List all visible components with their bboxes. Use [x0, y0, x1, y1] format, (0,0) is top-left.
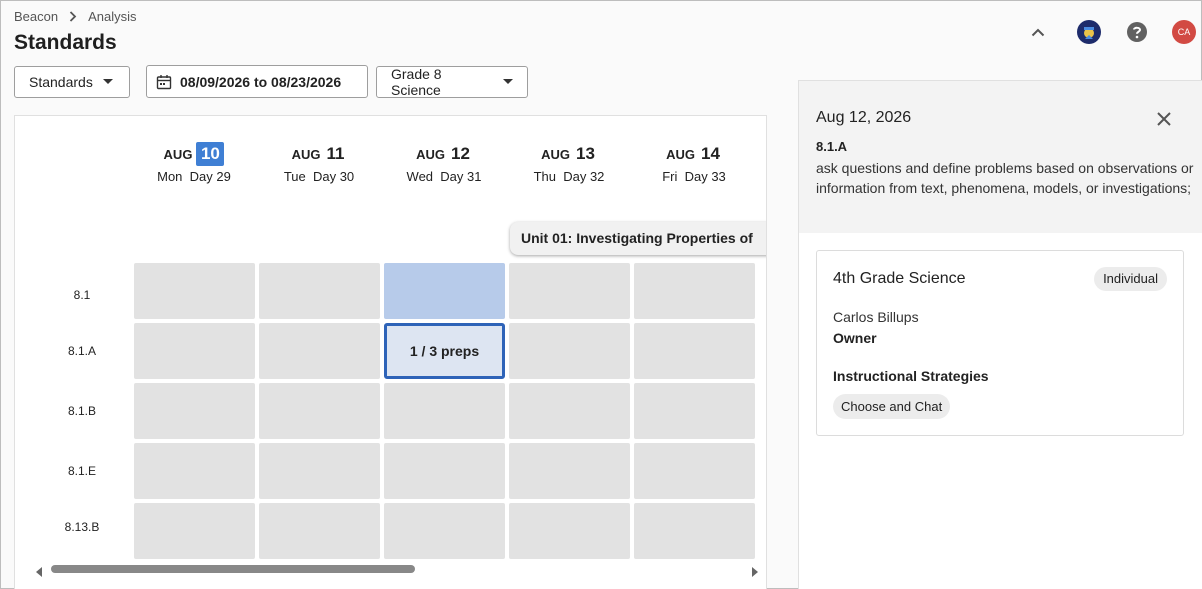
- calendar-cell[interactable]: [509, 263, 630, 319]
- calendar-cell[interactable]: [259, 503, 380, 559]
- day-month: AUG: [416, 146, 445, 162]
- calendar-cell-selected[interactable]: 1 / 3 preps: [384, 323, 505, 379]
- standard-label: 8.1.A: [67, 344, 97, 358]
- grade-dropdown-label: Grade 8 Science: [391, 66, 442, 98]
- day-header-fri: AUG 14 Fri Day 33: [634, 142, 754, 184]
- calendar-cell[interactable]: [134, 383, 255, 439]
- day-month: AUG: [163, 146, 193, 162]
- card-title: 4th Grade Science: [833, 270, 966, 287]
- calendar-cell[interactable]: [634, 323, 755, 379]
- day-header-tue: AUG 11 Tue Day 30: [259, 142, 379, 184]
- day-month: AUG: [666, 146, 695, 162]
- help-icon[interactable]: [1125, 20, 1149, 44]
- day-header-wed: AUG 12 Wed Day 31: [384, 142, 504, 184]
- breadcrumb-item-beacon[interactable]: Beacon: [14, 9, 58, 24]
- calendar-cell[interactable]: [384, 443, 505, 499]
- standards-dropdown[interactable]: Standards: [14, 66, 130, 98]
- caret-down-icon: [503, 79, 513, 85]
- scroll-right-icon[interactable]: [751, 564, 758, 582]
- strategies-heading: Instructional Strategies: [833, 368, 989, 384]
- day-month: AUG: [541, 146, 570, 162]
- grade-dropdown[interactable]: Grade 8 Science: [376, 66, 528, 98]
- day-month: AUG: [291, 146, 321, 162]
- calendar-cell[interactable]: [259, 443, 380, 499]
- day-weekday: Fri: [662, 169, 678, 184]
- standards-dropdown-label: Standards: [29, 74, 93, 90]
- standard-detail-panel: Aug 12, 2026 8.1.A ask questions and def…: [798, 80, 1202, 589]
- scroll-left-icon[interactable]: [36, 564, 43, 582]
- day-number: 13: [575, 144, 595, 163]
- day-count: Day 32: [563, 169, 605, 184]
- caret-down-icon: [102, 79, 113, 85]
- calendar-cell[interactable]: [634, 443, 755, 499]
- standard-label: 8.1.E: [67, 464, 97, 478]
- day-count: Day 30: [312, 169, 355, 184]
- owner-role: Owner: [833, 330, 877, 346]
- day-weekday: Tue: [283, 169, 306, 184]
- status-badge: Individual: [1094, 267, 1167, 291]
- calendar-cell[interactable]: [259, 383, 380, 439]
- breadcrumb-item-analysis[interactable]: Analysis: [88, 9, 136, 24]
- day-weekday: Thu: [533, 169, 556, 184]
- avatar[interactable]: CA: [1172, 20, 1196, 44]
- calendar-cell[interactable]: [134, 503, 255, 559]
- day-weekday: Wed: [406, 169, 434, 184]
- calendar-cell[interactable]: [509, 323, 630, 379]
- standard-label: 8.13.B: [64, 520, 100, 534]
- date-range-value: 08/09/2026 to 08/23/2026: [180, 73, 342, 90]
- day-count: Day 31: [440, 169, 482, 184]
- calendar-cell[interactable]: [134, 263, 255, 319]
- prep-card[interactable]: 4th Grade Science Individual Carlos Bill…: [816, 250, 1184, 436]
- calendar-cell[interactable]: [384, 503, 505, 559]
- standard-label: 8.1: [73, 288, 91, 302]
- calendar-cell[interactable]: [134, 443, 255, 499]
- standards-calendar: AUG 10 Mon Day 29 AUG 11 Tue Day 30 AUG …: [14, 115, 767, 589]
- avatar-initials: CA: [1177, 27, 1191, 37]
- calendar-cell[interactable]: [509, 503, 630, 559]
- page-title: Standards: [14, 31, 117, 54]
- calendar-cell[interactable]: [384, 383, 505, 439]
- calendar-cell[interactable]: [509, 383, 630, 439]
- standard-label: 8.1.B: [67, 404, 97, 418]
- calendar-cell[interactable]: [134, 323, 255, 379]
- day-number: 11: [326, 144, 345, 163]
- calendar-icon: [156, 74, 172, 90]
- day-number-today: 10: [196, 142, 225, 166]
- chevron-up-icon[interactable]: [1026, 20, 1050, 44]
- panel-header: Aug 12, 2026 8.1.A ask questions and def…: [799, 81, 1202, 233]
- unit-banner[interactable]: Unit 01: Investigating Properties of: [510, 222, 766, 255]
- day-weekday: Mon: [157, 169, 183, 184]
- day-header-thu: AUG 13 Thu Day 32: [509, 142, 629, 184]
- day-count: Day 33: [684, 169, 726, 184]
- owner-name: Carlos Billups: [833, 309, 919, 325]
- day-number: 14: [700, 144, 720, 163]
- calendar-cell-highlighted[interactable]: [384, 263, 505, 319]
- date-range-picker[interactable]: 08/09/2026 to 08/23/2026: [146, 65, 368, 98]
- calendar-cell[interactable]: [634, 383, 755, 439]
- calendar-cell[interactable]: [634, 263, 755, 319]
- day-number: 12: [450, 144, 470, 163]
- graduate-icon[interactable]: [1077, 20, 1101, 44]
- scrollbar-thumb[interactable]: [51, 565, 415, 573]
- horizontal-scrollbar[interactable]: [33, 562, 758, 577]
- chevron-right-icon: [69, 11, 77, 22]
- calendar-cell[interactable]: [259, 323, 380, 379]
- day-count: Day 29: [189, 169, 231, 184]
- calendar-cell[interactable]: [634, 503, 755, 559]
- day-header-mon: AUG 10 Mon Day 29: [134, 142, 254, 184]
- breadcrumb: Beacon Analysis: [14, 9, 137, 24]
- calendar-cell[interactable]: [259, 263, 380, 319]
- calendar-cell[interactable]: [509, 443, 630, 499]
- standard-code: 8.1.A: [816, 139, 848, 154]
- standard-description: ask questions and define problems based …: [816, 160, 1194, 196]
- panel-date: Aug 12, 2026: [816, 109, 912, 126]
- close-icon[interactable]: [1153, 108, 1175, 130]
- strategy-chip[interactable]: Choose and Chat: [833, 394, 951, 419]
